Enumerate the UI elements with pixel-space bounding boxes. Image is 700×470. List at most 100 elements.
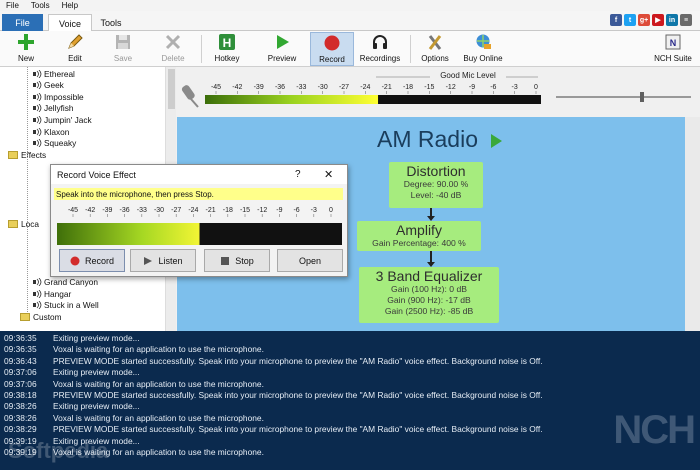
tree-item[interactable]: Hangar	[33, 288, 71, 299]
options-button[interactable]: Options	[416, 32, 454, 66]
log-time: 09:36:35	[4, 333, 37, 343]
tree-item[interactable]: Grand Canyon	[33, 276, 98, 287]
buy-online-button[interactable]: Buy Online	[460, 32, 506, 66]
dialog-record-label: Record	[84, 255, 114, 266]
tree-scroll-thumb[interactable]	[168, 69, 175, 109]
tree-item[interactable]: Geek	[33, 80, 64, 91]
youtube-icon[interactable]: ▶	[652, 14, 664, 26]
voice-icon	[33, 289, 42, 298]
meter-tick-label: -36	[275, 84, 285, 91]
effect-box[interactable]: 3 Band Equalizer Gain (100 Hz): 0 dB Gain …	[359, 267, 499, 323]
dialog-open-label: Open	[298, 255, 322, 266]
tree-item[interactable]: Stuck in a Well	[33, 300, 99, 311]
meter-tick-label: -39	[254, 84, 264, 91]
meter-tick-label: -45	[211, 84, 221, 91]
facebook-icon[interactable]: f	[610, 14, 622, 26]
record-button[interactable]: Record	[310, 32, 354, 66]
tree-item-label: Geek	[44, 80, 64, 91]
recordings-button[interactable]: Recordings	[357, 32, 403, 66]
tree-item[interactable]: Jellyfish	[33, 103, 74, 114]
effect-box-param: Level: -40 dB	[410, 190, 462, 200]
menu-tools[interactable]: Tools	[31, 1, 50, 10]
voice-icon	[33, 127, 42, 136]
new-button[interactable]: New	[10, 32, 42, 66]
nch-suite-button[interactable]: N NCH Suite	[652, 32, 694, 66]
voice-icon	[33, 138, 42, 148]
tree-item-label: Grand Canyon	[44, 276, 98, 287]
toolbar-divider	[410, 35, 411, 63]
menu-help[interactable]: Help	[62, 1, 78, 10]
tree-item-label: Jellyfish	[44, 103, 74, 114]
tree-item[interactable]: Squeaky	[33, 138, 76, 149]
tree-folder[interactable]: Loca	[8, 219, 39, 230]
tab-voice[interactable]: Voice	[48, 14, 92, 32]
delete-button[interactable]: Delete	[155, 32, 191, 66]
meter-tick-label: -42	[232, 84, 242, 91]
close-button[interactable]: ✕	[324, 168, 333, 181]
help-button[interactable]: ?	[295, 169, 301, 180]
new-label: New	[17, 54, 34, 63]
meter-tick-label: -33	[137, 207, 147, 214]
meter-tick-label: -45	[68, 207, 78, 214]
dialog-stop-button[interactable]: Stop	[204, 249, 270, 272]
tree-item-label: Jumpin' Jack	[44, 114, 92, 125]
dialog-open-button[interactable]: Open	[277, 249, 343, 272]
meter-tick-label: -12	[446, 84, 456, 91]
volume-slider[interactable]	[556, 92, 691, 102]
dialog-listen-button[interactable]: Listen	[130, 249, 196, 272]
tree-item[interactable]: Jumpin' Jack	[33, 114, 92, 125]
panel-scrollbar[interactable]	[685, 117, 700, 331]
effect-box-title: Distortion	[406, 163, 466, 179]
google-plus-icon[interactable]: g+	[638, 14, 650, 26]
tree-item[interactable]: Klaxon	[33, 126, 69, 137]
effect-box[interactable]: Amplify Gain Percentage: 400 %	[357, 221, 481, 251]
voice-icon	[33, 300, 42, 310]
preview-button[interactable]: Preview	[262, 32, 302, 66]
tab-file[interactable]: File	[2, 14, 43, 31]
tree-item-label: Ethereal	[44, 68, 75, 79]
voice-icon	[33, 80, 42, 90]
effect-box-title: Amplify	[396, 222, 442, 238]
dialog-record-button[interactable]: Record	[59, 249, 125, 272]
edit-label: Edit	[68, 54, 82, 63]
log-time: 09:36:43	[4, 355, 37, 366]
meter-tick-label: -42	[85, 207, 95, 214]
tree-folder-label: Loca	[21, 219, 39, 230]
log-row: 09:37:06 Exiting preview mode...	[4, 367, 140, 378]
delete-label: Delete	[161, 54, 185, 63]
tree-guide-line	[27, 67, 28, 312]
effect-box[interactable]: Distortion Degree: 90.00 % Level: -40 dB	[389, 162, 483, 208]
twitter-icon[interactable]: t	[624, 14, 636, 26]
dialog-title-bar: Record Voice Effect ? ✕	[51, 165, 347, 184]
preview-effect-play-icon[interactable]	[490, 133, 503, 149]
tree-item[interactable]: Impossible	[33, 91, 84, 102]
tree-folder[interactable]: Custom	[20, 311, 62, 322]
effect-box-param: Degree: 90.00 %	[403, 179, 469, 189]
meter-tick-label: -6	[293, 207, 299, 214]
menu-file[interactable]: File	[6, 1, 19, 10]
log-message: Voxal is waiting for an application to u…	[53, 378, 264, 389]
hotkey-button[interactable]: H Hotkey	[207, 32, 247, 66]
save-label: Save	[113, 54, 133, 63]
toolbar: New Edit Save Delete H Hotkey Preview Re…	[0, 31, 700, 67]
floppy-icon	[113, 32, 133, 52]
tree-item[interactable]: Ethereal	[33, 68, 75, 79]
tree-item-label: Squeaky	[44, 138, 77, 149]
globe-cart-icon	[473, 32, 493, 52]
voice-icon	[33, 104, 42, 113]
log-row: 09:38:26 Exiting preview mode...	[4, 401, 140, 412]
buy-online-label: Buy Online	[463, 54, 503, 63]
meter-tick-label: 0	[329, 207, 333, 214]
linkedin-icon[interactable]: in	[666, 14, 678, 26]
voice-icon	[33, 92, 42, 101]
tab-tools[interactable]: Tools	[94, 14, 128, 31]
log-message: Voxal is waiting for an application to u…	[53, 344, 264, 355]
menu-icon[interactable]: ≡	[680, 14, 692, 26]
svg-text:N: N	[670, 38, 677, 48]
dialog-level-meter: -45 -42 -39 -36 -33 -30 -27 -24 -21 -18 -15 -12 -9 -6…	[57, 207, 342, 245]
save-button[interactable]: Save	[106, 32, 140, 66]
record-icon	[322, 33, 342, 53]
edit-button[interactable]: Edit	[58, 32, 92, 66]
tools-icon	[425, 32, 445, 52]
meter-level-fill	[205, 95, 379, 104]
